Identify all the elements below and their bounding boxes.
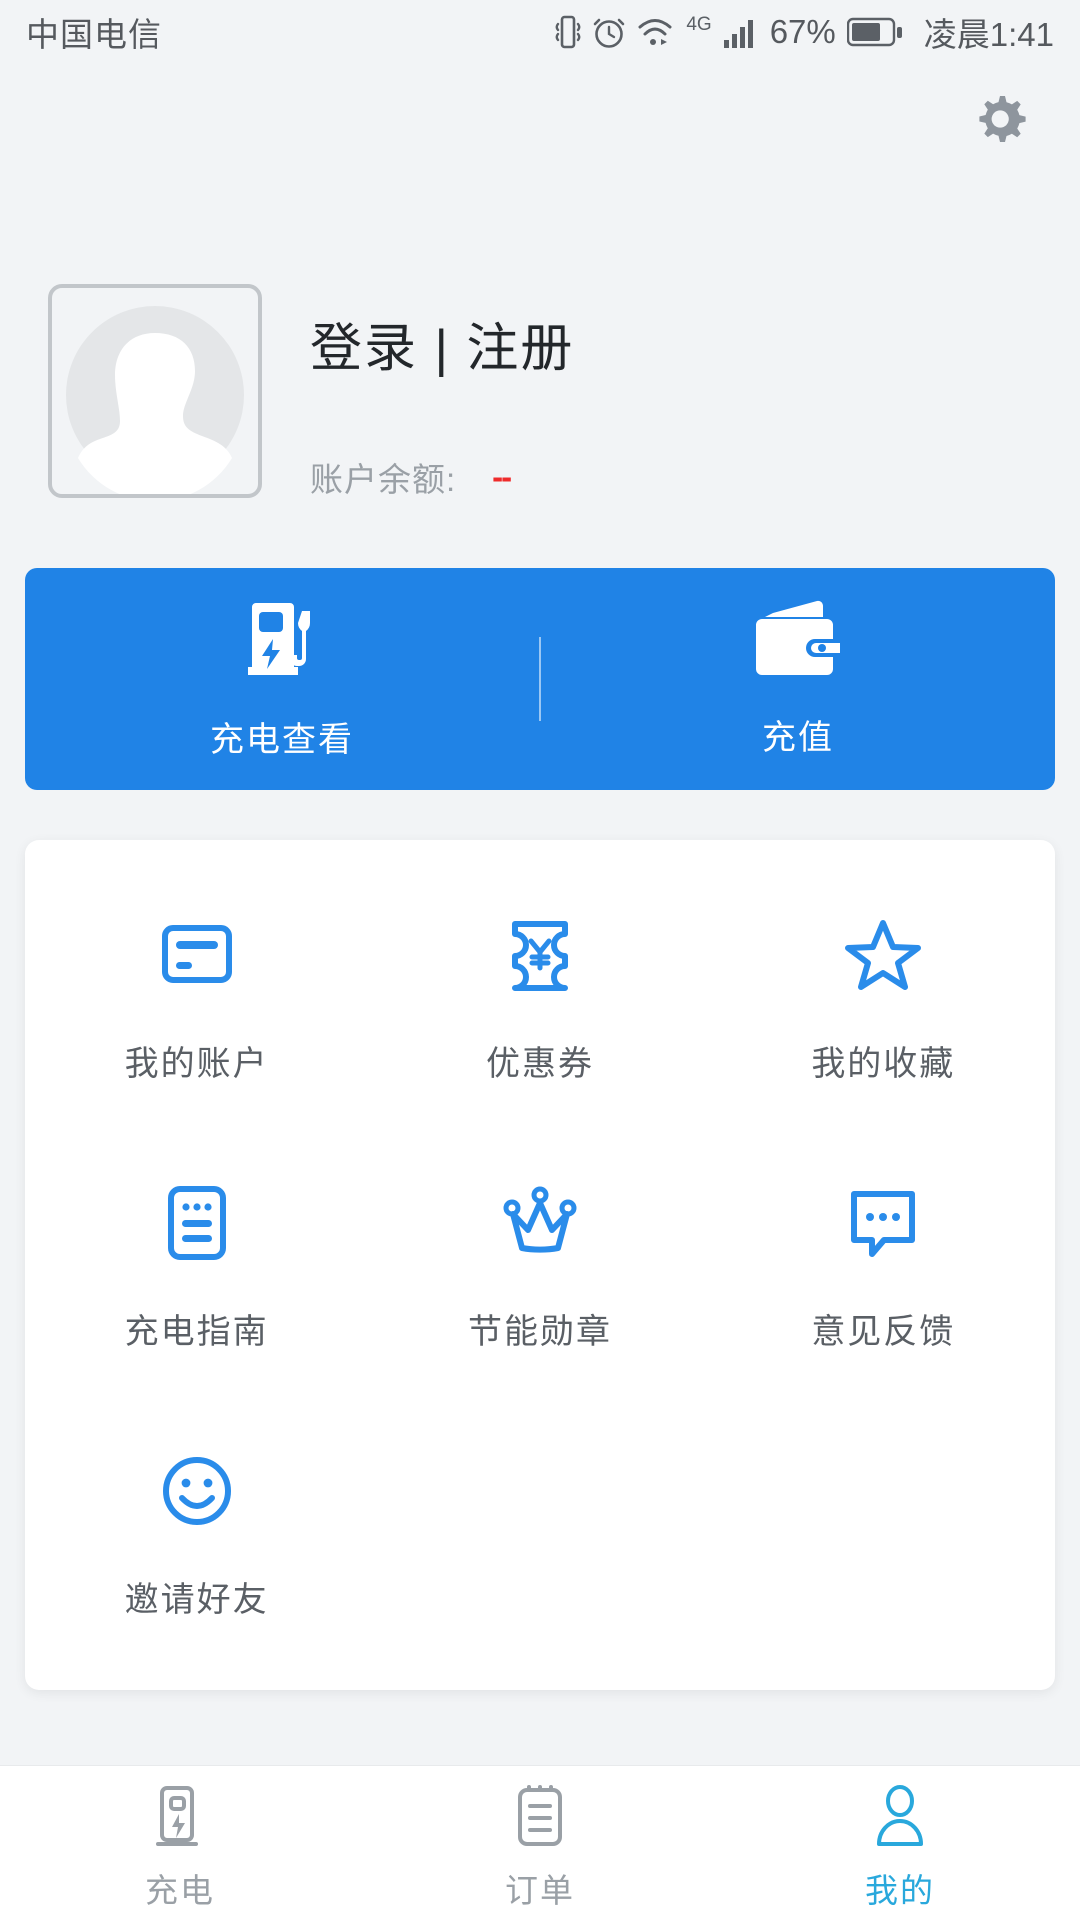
signal-icon: [723, 15, 757, 49]
grid-item-favorites[interactable]: 我的收藏: [712, 862, 1055, 1130]
nav-item-charging[interactable]: 充电: [0, 1766, 360, 1920]
balance-label: 账户余额:: [310, 461, 457, 498]
network-4g-icon: 4G: [686, 14, 712, 35]
alarm-icon: [592, 14, 626, 50]
action-charging-view-label: 充电查看: [210, 721, 354, 759]
chat-icon: [846, 1186, 920, 1260]
grid-item-energy-badge[interactable]: 节能勋章: [368, 1130, 711, 1398]
card-icon: [161, 918, 233, 992]
grid-item-coupon[interactable]: 优惠券: [368, 862, 711, 1130]
gear-icon: [970, 92, 1030, 157]
battery-icon: [846, 16, 903, 48]
menu-card: 我的账户 优惠券 我的收藏 充电指南 节能勋章 意见反馈 邀请好友: [25, 840, 1055, 1690]
status-bar: 中国电信 4G 67% 凌晨1:41: [0, 0, 1080, 64]
grid-item-favorites-label: 我的收藏: [811, 1045, 956, 1083]
vibrate-icon: [555, 14, 581, 50]
star-icon: [844, 918, 922, 992]
avatar[interactable]: [48, 284, 262, 498]
charging-pile-nav-icon: [150, 1774, 210, 1850]
nav-item-orders[interactable]: 订单: [360, 1766, 720, 1920]
battery-percent-label: 67%: [769, 13, 836, 50]
wallet-icon: [756, 599, 840, 684]
smiley-icon: [160, 1454, 234, 1528]
profile-text: 登录 | 注册 账户余额: --: [310, 284, 574, 501]
nav-item-orders-label: 订单: [505, 1872, 575, 1909]
grid-item-charging-guide[interactable]: 充电指南: [25, 1130, 368, 1398]
menu-grid: 我的账户 优惠券 我的收藏 充电指南 节能勋章 意见反馈 邀请好友: [25, 862, 1055, 1666]
bottom-navigation: 充电 订单 我的: [0, 1765, 1080, 1920]
profile-section: 登录 | 注册 账户余额: --: [48, 284, 574, 501]
login-register-link[interactable]: 登录 | 注册: [310, 306, 574, 381]
grid-item-feedback[interactable]: 意见反馈: [712, 1130, 1055, 1398]
carrier-label: 中国电信: [26, 16, 162, 53]
action-charging-view[interactable]: 充电查看: [25, 568, 539, 790]
person-nav-icon: [870, 1774, 930, 1850]
nav-item-mine-label: 我的: [865, 1872, 935, 1909]
nav-item-mine[interactable]: 我的: [720, 1766, 1080, 1920]
balance-row: 账户余额: --: [310, 453, 574, 501]
grid-item-energy-badge-label: 节能勋章: [467, 1313, 612, 1351]
action-topup-label: 充值: [762, 719, 834, 757]
charging-pile-icon: [244, 597, 320, 686]
grid-item-my-account[interactable]: 我的账户: [25, 862, 368, 1130]
action-topup[interactable]: 充值: [541, 568, 1055, 790]
balance-value: --: [492, 458, 512, 495]
settings-button[interactable]: [968, 92, 1032, 156]
grid-item-invite-friends[interactable]: 邀请好友: [25, 1398, 368, 1666]
clock-label: 凌晨1:41: [923, 16, 1054, 53]
action-bar: 充电查看 充值: [25, 568, 1055, 790]
app-screen: 中国电信 4G 67% 凌晨1:41 登录 | 注册 账户余额: -- 充电查看…: [0, 0, 1080, 1920]
status-icons: 4G 67% 凌晨1:41: [555, 8, 1054, 56]
grid-item-feedback-label: 意见反馈: [811, 1313, 956, 1351]
order-list-nav-icon: [510, 1774, 570, 1850]
grid-item-charging-guide-label: 充电指南: [124, 1313, 269, 1351]
nav-item-charging-label: 充电: [145, 1872, 215, 1909]
crown-icon: [500, 1186, 580, 1260]
wifi-icon: [637, 15, 675, 49]
grid-item-my-account-label: 我的账户: [124, 1045, 269, 1083]
guide-icon: [166, 1186, 228, 1260]
coupon-icon: [507, 918, 573, 992]
grid-item-invite-friends-label: 邀请好友: [124, 1581, 269, 1619]
grid-item-coupon-label: 优惠券: [485, 1045, 594, 1083]
